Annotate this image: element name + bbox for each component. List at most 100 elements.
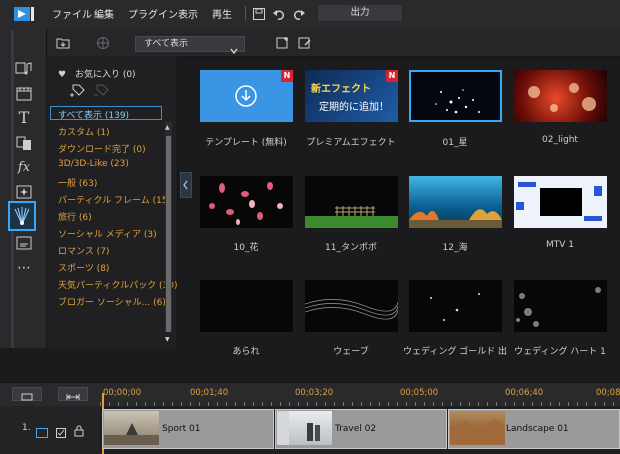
thumb-label: 10_花 <box>233 243 259 253</box>
star-particles-image <box>435 89 480 114</box>
clip-label: Travel 02 <box>335 424 377 434</box>
more-rooms-icon[interactable]: ⋯ <box>15 259 33 277</box>
menu-divider <box>245 6 246 21</box>
thumb-label: プレミアムエフェクト <box>306 138 396 148</box>
clip-label: Sport 01 <box>162 424 201 434</box>
promo-line1: 新エフェクト <box>311 84 371 95</box>
ruler-label: 00;08;20 <box>596 388 620 398</box>
new-badge: N <box>386 70 398 82</box>
category-romance[interactable]: ロマンス (7) <box>58 244 109 257</box>
thumb-label: 01_星 <box>442 138 468 148</box>
output-button[interactable]: 出力 <box>318 5 402 21</box>
petals-image <box>209 182 283 225</box>
media-room-icon[interactable] <box>15 60 33 78</box>
blue-frame-image <box>516 182 602 221</box>
category-scroll-thumb[interactable] <box>166 136 171 332</box>
wave-lines-image <box>305 299 398 320</box>
particle-room-icon <box>13 206 31 226</box>
title-room-icon[interactable]: T <box>15 109 33 127</box>
thumb-label: 02_light <box>542 135 578 145</box>
pip-room-icon[interactable] <box>15 183 33 201</box>
collapse-panel-button[interactable] <box>180 172 192 198</box>
clip-thumbnail <box>104 411 159 445</box>
category-custom[interactable]: カスタム (1) <box>58 125 110 138</box>
filter-select[interactable]: すべて表示 <box>135 36 245 52</box>
gold-sparkles-image <box>430 293 480 321</box>
favorites-row[interactable]: ♥ お気に入り (0) <box>58 67 136 80</box>
thumb-02-light[interactable] <box>514 70 607 122</box>
template-room-icon[interactable] <box>15 85 33 103</box>
add-template-icon[interactable] <box>276 36 290 50</box>
menu-plugins[interactable]: プラグイン <box>128 6 178 21</box>
video-track-icon[interactable] <box>36 423 48 438</box>
fit-icon <box>66 394 80 400</box>
category-sports[interactable]: スポーツ (8) <box>58 261 109 274</box>
thumb-label: ウェディング ハート 1 <box>514 347 606 357</box>
category-weather-pack[interactable]: 天気パーティクルパック (30) <box>58 278 178 291</box>
transition-room-icon[interactable] <box>15 134 33 152</box>
category-particle-frame[interactable]: パーティクル フレーム (15) <box>58 193 171 206</box>
lock-icon[interactable] <box>74 422 84 437</box>
thumb-hail[interactable] <box>200 280 293 332</box>
edit-template-icon[interactable] <box>298 36 312 50</box>
thumb-10-flower[interactable] <box>200 176 293 228</box>
thumb-label: あられ <box>232 347 260 357</box>
app-logo-icon <box>14 6 38 22</box>
thumb-label: MTV 1 <box>545 240 574 250</box>
thumb-mtv-1[interactable] <box>514 176 607 228</box>
thumb-wedding-gold[interactable] <box>409 280 502 332</box>
scroll-down-icon[interactable]: ▼ <box>165 336 170 343</box>
track-header <box>0 406 100 454</box>
redo-icon[interactable] <box>292 7 306 21</box>
fit-timeline-button[interactable] <box>58 387 88 401</box>
menu-file[interactable]: ファイル <box>52 6 92 21</box>
ruler-label: 00;06;40 <box>505 388 544 398</box>
category-travel[interactable]: 旅行 (6) <box>58 210 92 223</box>
clip-thumbnail <box>450 411 505 445</box>
ruler-label: 00;05;00 <box>400 388 439 398</box>
menu-view[interactable]: 表示 <box>178 6 198 21</box>
subtitle-room-icon[interactable] <box>15 234 33 252</box>
menubar <box>0 0 620 28</box>
promo-line2: 定期的に追加！ <box>319 102 389 113</box>
thumb-premium-effect[interactable]: 新エフェクト 定期的に追加！ N <box>305 70 398 122</box>
download-icon <box>234 84 258 108</box>
category-general[interactable]: 一般 (63) <box>58 176 97 189</box>
category-all[interactable]: すべて表示 (139) <box>58 108 129 121</box>
thumb-11-dandelion[interactable] <box>305 176 398 228</box>
save-icon[interactable] <box>252 7 266 21</box>
new-badge: N <box>281 70 293 82</box>
category-3d[interactable]: 3D/3D-Like (23) <box>58 159 129 169</box>
light-bokeh-image <box>528 83 596 112</box>
filter-select-value: すべて表示 <box>144 39 189 49</box>
remove-tag-icon[interactable] <box>94 82 110 98</box>
thumb-label: 12_海 <box>442 243 468 253</box>
category-downloaded[interactable]: ダウンロード完了 (0) <box>58 142 146 155</box>
thumb-01-star[interactable] <box>409 70 502 122</box>
menu-playback[interactable]: 再生 <box>212 6 232 21</box>
fx-room-icon[interactable]: fx <box>15 159 33 177</box>
thumb-label: テンプレート (無料) <box>205 138 287 148</box>
chevron-left-icon <box>183 180 188 190</box>
timeline-view-button[interactable] <box>12 387 42 401</box>
thumb-wave[interactable] <box>305 280 398 332</box>
track-number: 1. <box>22 423 31 433</box>
add-tag-icon[interactable] <box>70 82 86 98</box>
thumb-wedding-heart[interactable] <box>514 280 607 332</box>
favorites-label: お気に入り (0) <box>74 70 136 80</box>
undo-icon[interactable] <box>272 7 286 21</box>
scroll-up-icon[interactable]: ▲ <box>165 124 170 131</box>
menu-edit[interactable]: 編集 <box>94 6 114 21</box>
thumb-12-sea[interactable] <box>409 176 502 228</box>
storyboard-icon <box>21 393 33 401</box>
globe-icon[interactable] <box>96 36 110 50</box>
category-blogger-social[interactable]: ブロガー ソーシャル... (6) <box>58 295 166 308</box>
ruler-label: 00;03;20 <box>295 388 334 398</box>
library-toolbar <box>47 28 620 57</box>
clip-label: Landscape 01 <box>506 424 569 434</box>
track-enable-checkbox[interactable] <box>56 423 66 438</box>
import-icon[interactable] <box>56 36 70 50</box>
category-social-media[interactable]: ソーシャル メディア (3) <box>58 227 157 240</box>
thumb-template-free[interactable]: N <box>200 70 293 122</box>
thumb-label: ウェディング ゴールド 出 <box>402 347 508 357</box>
